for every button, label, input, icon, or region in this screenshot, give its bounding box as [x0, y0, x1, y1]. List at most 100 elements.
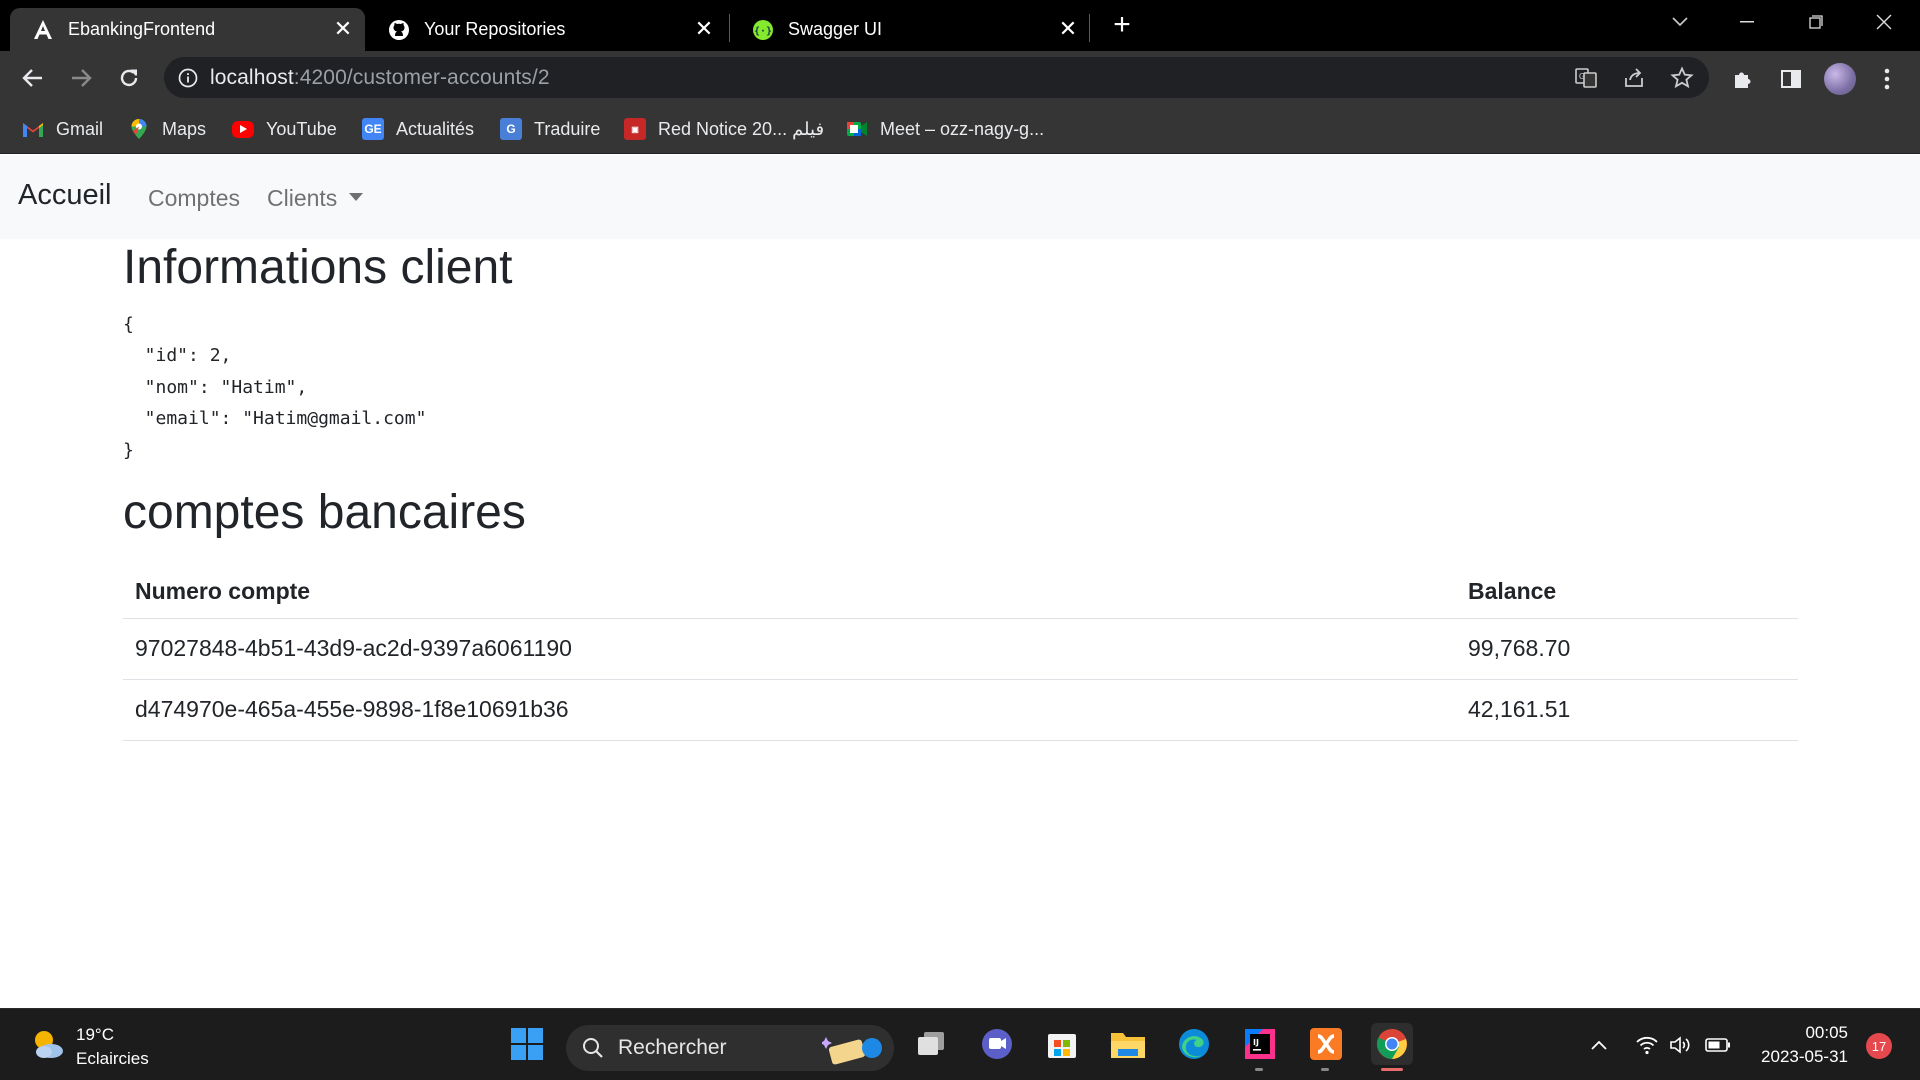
main-content: Informations client { "id": 2, "nom": "H… — [123, 239, 1798, 741]
taskbar-search[interactable]: Rechercher — [566, 1025, 894, 1071]
chevron-up-icon[interactable] — [1585, 1031, 1613, 1059]
forward-button[interactable] — [64, 61, 98, 95]
angular-icon — [32, 19, 54, 41]
close-tab-icon[interactable]: ✕ — [692, 16, 716, 41]
clock-time: 00:05 — [1805, 1023, 1848, 1042]
browser-toolbar: localhost:4200/customer-accounts/2 G — [0, 51, 1920, 104]
weather-icon[interactable] — [30, 1027, 66, 1061]
intellij-icon[interactable]: IJ — [1239, 1023, 1281, 1071]
nav-link-clients: Clients — [267, 185, 338, 211]
bookmark-label: Meet – ozz-nagy-g... — [880, 118, 1045, 139]
bookmarks-bar: Gmail Maps YouTube GE Actualités G Tradu… — [0, 104, 1920, 154]
minimize-button[interactable] — [1727, 8, 1767, 36]
battery-icon[interactable] — [1704, 1031, 1732, 1059]
tab-title: EbankingFrontend — [68, 19, 216, 39]
volume-icon[interactable] — [1667, 1031, 1695, 1059]
dropdown-caret-icon — [349, 192, 364, 201]
bookmark-label: Red Notice 20... فيلم — [658, 118, 825, 139]
bookmark-maps[interactable]: Maps — [128, 115, 206, 143]
table-row: 97027848-4b51-43d9-ac2d-9397a6061190 99,… — [123, 618, 1798, 680]
json-line: "email": "Hatim@gmail.com" — [123, 408, 427, 430]
windows-taskbar: 19°C Eclaircies Rechercher IJ 00:05 2023… — [0, 1008, 1920, 1080]
maps-icon — [128, 118, 150, 140]
youtube-icon — [232, 120, 254, 138]
meet-icon — [846, 118, 868, 140]
navbar-brand[interactable]: Accueil — [18, 179, 112, 212]
menu-kebab-icon[interactable] — [1874, 66, 1900, 92]
running-indicator — [1255, 1068, 1263, 1071]
news-icon: GE — [362, 118, 384, 140]
svg-text:IJ: IJ — [1253, 1038, 1259, 1047]
tab-strip: EbankingFrontend ✕ Your Repositories ✕ {… — [0, 0, 1920, 51]
balance-cell: 99,768.70 — [1456, 618, 1798, 680]
tab-ebanking[interactable]: EbankingFrontend ✕ — [10, 8, 365, 51]
teams-chat-icon[interactable] — [976, 1023, 1018, 1065]
app-navbar: Accueil Comptes Clients — [0, 155, 1920, 239]
bookmark-youtube[interactable]: YouTube — [232, 115, 337, 143]
reload-button[interactable] — [112, 61, 146, 95]
bookmark-translate[interactable]: G Traduire — [500, 115, 600, 143]
search-icon — [582, 1037, 604, 1064]
tab-search-icon[interactable] — [1660, 8, 1700, 36]
bookmark-label: Traduire — [534, 118, 601, 139]
url-text: localhost:4200/customer-accounts/2 — [210, 66, 550, 90]
account-number-cell: 97027848-4b51-43d9-ac2d-9397a6061190 — [123, 618, 1456, 680]
tab-title: Your Repositories — [424, 19, 566, 39]
bookmark-gmail[interactable]: Gmail — [22, 115, 103, 143]
weather-temperature: 19°C — [76, 1025, 114, 1044]
json-line: { — [123, 313, 134, 335]
clock-date: 2023-05-31 — [1761, 1047, 1848, 1066]
profile-avatar[interactable] — [1824, 63, 1856, 95]
notification-badge[interactable]: 17 — [1866, 1033, 1892, 1059]
new-tab-button[interactable]: + — [1108, 10, 1136, 40]
start-button[interactable] — [506, 1023, 548, 1065]
close-window-button[interactable] — [1864, 8, 1904, 36]
bookmark-movie[interactable]: ▣ Red Notice 20... فيلم — [624, 115, 824, 143]
address-bar[interactable]: localhost:4200/customer-accounts/2 G — [164, 57, 1709, 98]
active-app-indicator — [1381, 1068, 1403, 1071]
customer-info-heading: Informations client — [123, 241, 513, 294]
xampp-icon[interactable] — [1305, 1023, 1347, 1071]
web-page: Accueil Comptes Clients Informations cli… — [0, 155, 1920, 1008]
table-row: d474970e-465a-455e-9898-1f8e10691b36 42,… — [123, 679, 1798, 741]
weather-widget[interactable]: 19°C Eclaircies — [76, 1023, 149, 1071]
site-info-icon[interactable] — [178, 68, 198, 88]
bookmark-meet[interactable]: Meet – ozz-nagy-g... — [846, 115, 1044, 143]
wifi-icon[interactable] — [1633, 1031, 1661, 1059]
nav-dropdown-clients[interactable]: Clients — [267, 185, 364, 212]
json-line: } — [123, 439, 134, 461]
translate-page-icon[interactable]: G — [1574, 66, 1598, 90]
back-button[interactable] — [16, 61, 50, 95]
restore-button[interactable] — [1796, 8, 1836, 36]
url-path: :4200/customer-accounts/2 — [293, 65, 550, 89]
close-tab-icon[interactable]: ✕ — [1056, 16, 1080, 41]
json-line: "id": 2, — [123, 345, 232, 367]
bookmark-star-icon[interactable] — [1670, 66, 1694, 90]
microsoft-store-icon[interactable] — [1041, 1023, 1083, 1065]
edge-browser-icon[interactable] — [1173, 1023, 1215, 1065]
tab-repositories[interactable]: Your Repositories ✕ — [366, 8, 726, 51]
file-explorer-icon[interactable] — [1107, 1023, 1149, 1065]
movie-icon: ▣ — [624, 118, 646, 140]
tab-swagger[interactable]: {·} Swagger UI ✕ — [730, 8, 1090, 51]
svg-text:{·}: {·} — [754, 26, 772, 37]
chrome-icon[interactable] — [1371, 1023, 1413, 1071]
table-header-row: Numero compte Balance — [123, 565, 1798, 619]
customer-json: { "id": 2, "nom": "Hatim", "email": "Hat… — [123, 309, 1798, 467]
account-number-cell: d474970e-465a-455e-9898-1f8e10691b36 — [123, 679, 1456, 741]
accounts-heading: comptes bancaires — [123, 486, 526, 540]
json-line: "nom": "Hatim", — [123, 376, 308, 398]
share-icon[interactable] — [1622, 66, 1646, 90]
system-clock[interactable]: 00:05 2023-05-31 — [1748, 1021, 1848, 1069]
svg-text:G: G — [1579, 72, 1585, 81]
nav-link-comptes[interactable]: Comptes — [148, 185, 240, 212]
column-header-account-number: Numero compte — [123, 565, 1456, 619]
task-view-icon[interactable] — [910, 1023, 952, 1065]
bookmark-label: Actualités — [396, 118, 475, 139]
bookmark-news[interactable]: GE Actualités — [362, 115, 474, 143]
extensions-icon[interactable] — [1730, 66, 1756, 92]
bookmark-label: Gmail — [56, 118, 104, 139]
close-tab-icon[interactable]: ✕ — [331, 16, 355, 41]
side-panel-icon[interactable] — [1778, 66, 1804, 92]
accounts-table: Numero compte Balance 97027848-4b51-43d9… — [123, 565, 1798, 741]
